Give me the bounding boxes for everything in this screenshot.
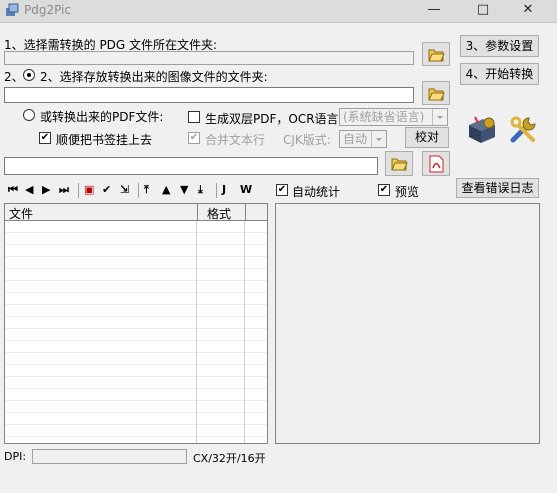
cjk-layout-label: CJK版式: xyxy=(283,133,331,147)
app-icon xyxy=(6,3,19,16)
merge-lines-label: 合并文本行 xyxy=(205,133,266,147)
bookmark-checkbox[interactable]: ✔ xyxy=(39,132,51,144)
toolbar-separator xyxy=(78,183,79,198)
bookmark-label: 顺便把书签挂上去 xyxy=(56,133,153,147)
preview-label: 预览 xyxy=(395,185,420,199)
last-page-icon[interactable]: ⏭ xyxy=(59,184,71,196)
chevron-down-icon xyxy=(371,131,386,147)
title-bar: Pdg2Pic — □ ✕ xyxy=(0,0,557,23)
first-page-icon[interactable]: ⏮ xyxy=(8,184,20,196)
size-info: CX/32开/16开 xyxy=(193,452,266,465)
cpu-settings-icon[interactable] xyxy=(463,113,499,147)
pdf-output-label: 或转换出来的PDF文件: xyxy=(40,110,164,124)
toolbar-separator xyxy=(216,183,217,198)
target-folder-radio[interactable] xyxy=(23,69,35,81)
chevron-down-icon xyxy=(432,109,447,125)
minimize-button[interactable]: — xyxy=(416,0,452,20)
error-log-button[interactable]: 查看错误日志 xyxy=(456,178,539,198)
dual-layer-checkbox[interactable] xyxy=(188,111,200,123)
move-bottom-icon[interactable]: ⤓ xyxy=(198,184,210,196)
column-divider xyxy=(197,204,198,220)
toolbar-separator xyxy=(138,183,139,198)
close-button[interactable]: ✕ xyxy=(505,0,551,20)
text-w-icon[interactable]: W xyxy=(240,184,252,196)
tools-icon[interactable] xyxy=(507,112,541,146)
folder-open-icon xyxy=(428,88,445,101)
file-list-header: 文件 格式 xyxy=(5,204,267,221)
file-list-body[interactable] xyxy=(5,221,267,443)
folder-open-icon xyxy=(391,158,408,171)
pdf-file-icon xyxy=(429,155,444,173)
target-folder-label: 2、选择存放转换出来的图像文件的文件夹: xyxy=(40,70,268,84)
source-folder-input[interactable] xyxy=(4,51,414,65)
pdf-output-radio[interactable] xyxy=(23,109,35,121)
folder-open-icon xyxy=(428,49,445,62)
maximize-button[interactable]: □ xyxy=(465,0,501,20)
next-page-icon[interactable]: ▶ xyxy=(42,184,54,196)
move-top-icon[interactable]: ⤒ xyxy=(144,184,156,196)
window-title: Pdg2Pic xyxy=(24,3,72,17)
file-list[interactable]: 文件 格式 xyxy=(4,203,268,444)
cjk-layout-value: 自动 xyxy=(343,132,368,146)
merge-lines-checkbox[interactable]: ✔ xyxy=(188,132,200,144)
browse-pdf-button[interactable] xyxy=(385,151,413,176)
proofread-button[interactable]: 校对 xyxy=(405,127,449,148)
pdf-path-input[interactable] xyxy=(4,157,378,175)
preview-checkbox[interactable]: ✔ xyxy=(378,184,390,196)
export-icon[interactable]: ⇲ xyxy=(120,184,132,196)
browse-source-button[interactable] xyxy=(422,42,450,66)
browse-target-button[interactable] xyxy=(422,81,450,105)
dual-layer-label: 生成双层PDF，OCR语言: xyxy=(205,112,343,126)
auto-stats-checkbox[interactable]: ✔ xyxy=(276,184,288,196)
column-header-file[interactable]: 文件 xyxy=(9,205,33,222)
move-up-icon[interactable]: ▲ xyxy=(162,184,174,196)
target-folder-label-prefix: 2、 xyxy=(4,70,24,84)
open-pdf-button[interactable] xyxy=(422,151,450,176)
preview-panel xyxy=(275,203,540,444)
move-down-icon[interactable]: ▼ xyxy=(180,184,192,196)
check-icon[interactable]: ✔ xyxy=(102,184,114,196)
cjk-layout-select[interactable]: 自动 xyxy=(339,130,387,148)
ocr-language-value: (系统缺省语言) xyxy=(343,110,425,124)
ocr-language-select[interactable]: (系统缺省语言) xyxy=(339,108,448,126)
target-folder-input[interactable] xyxy=(4,87,414,103)
prev-page-icon[interactable]: ◀ xyxy=(25,184,37,196)
red-page-icon[interactable]: ▣ xyxy=(84,184,96,196)
dpi-field xyxy=(32,449,187,464)
start-convert-button[interactable]: 4、开始转换 xyxy=(460,63,539,85)
column-header-format[interactable]: 格式 xyxy=(207,205,231,222)
column-divider xyxy=(245,204,246,220)
dpi-label: DPI: xyxy=(4,450,27,463)
text-j-icon[interactable]: J xyxy=(222,184,234,196)
settings-button[interactable]: 3、参数设置 xyxy=(460,35,539,57)
auto-stats-label: 自动统计 xyxy=(292,185,341,199)
